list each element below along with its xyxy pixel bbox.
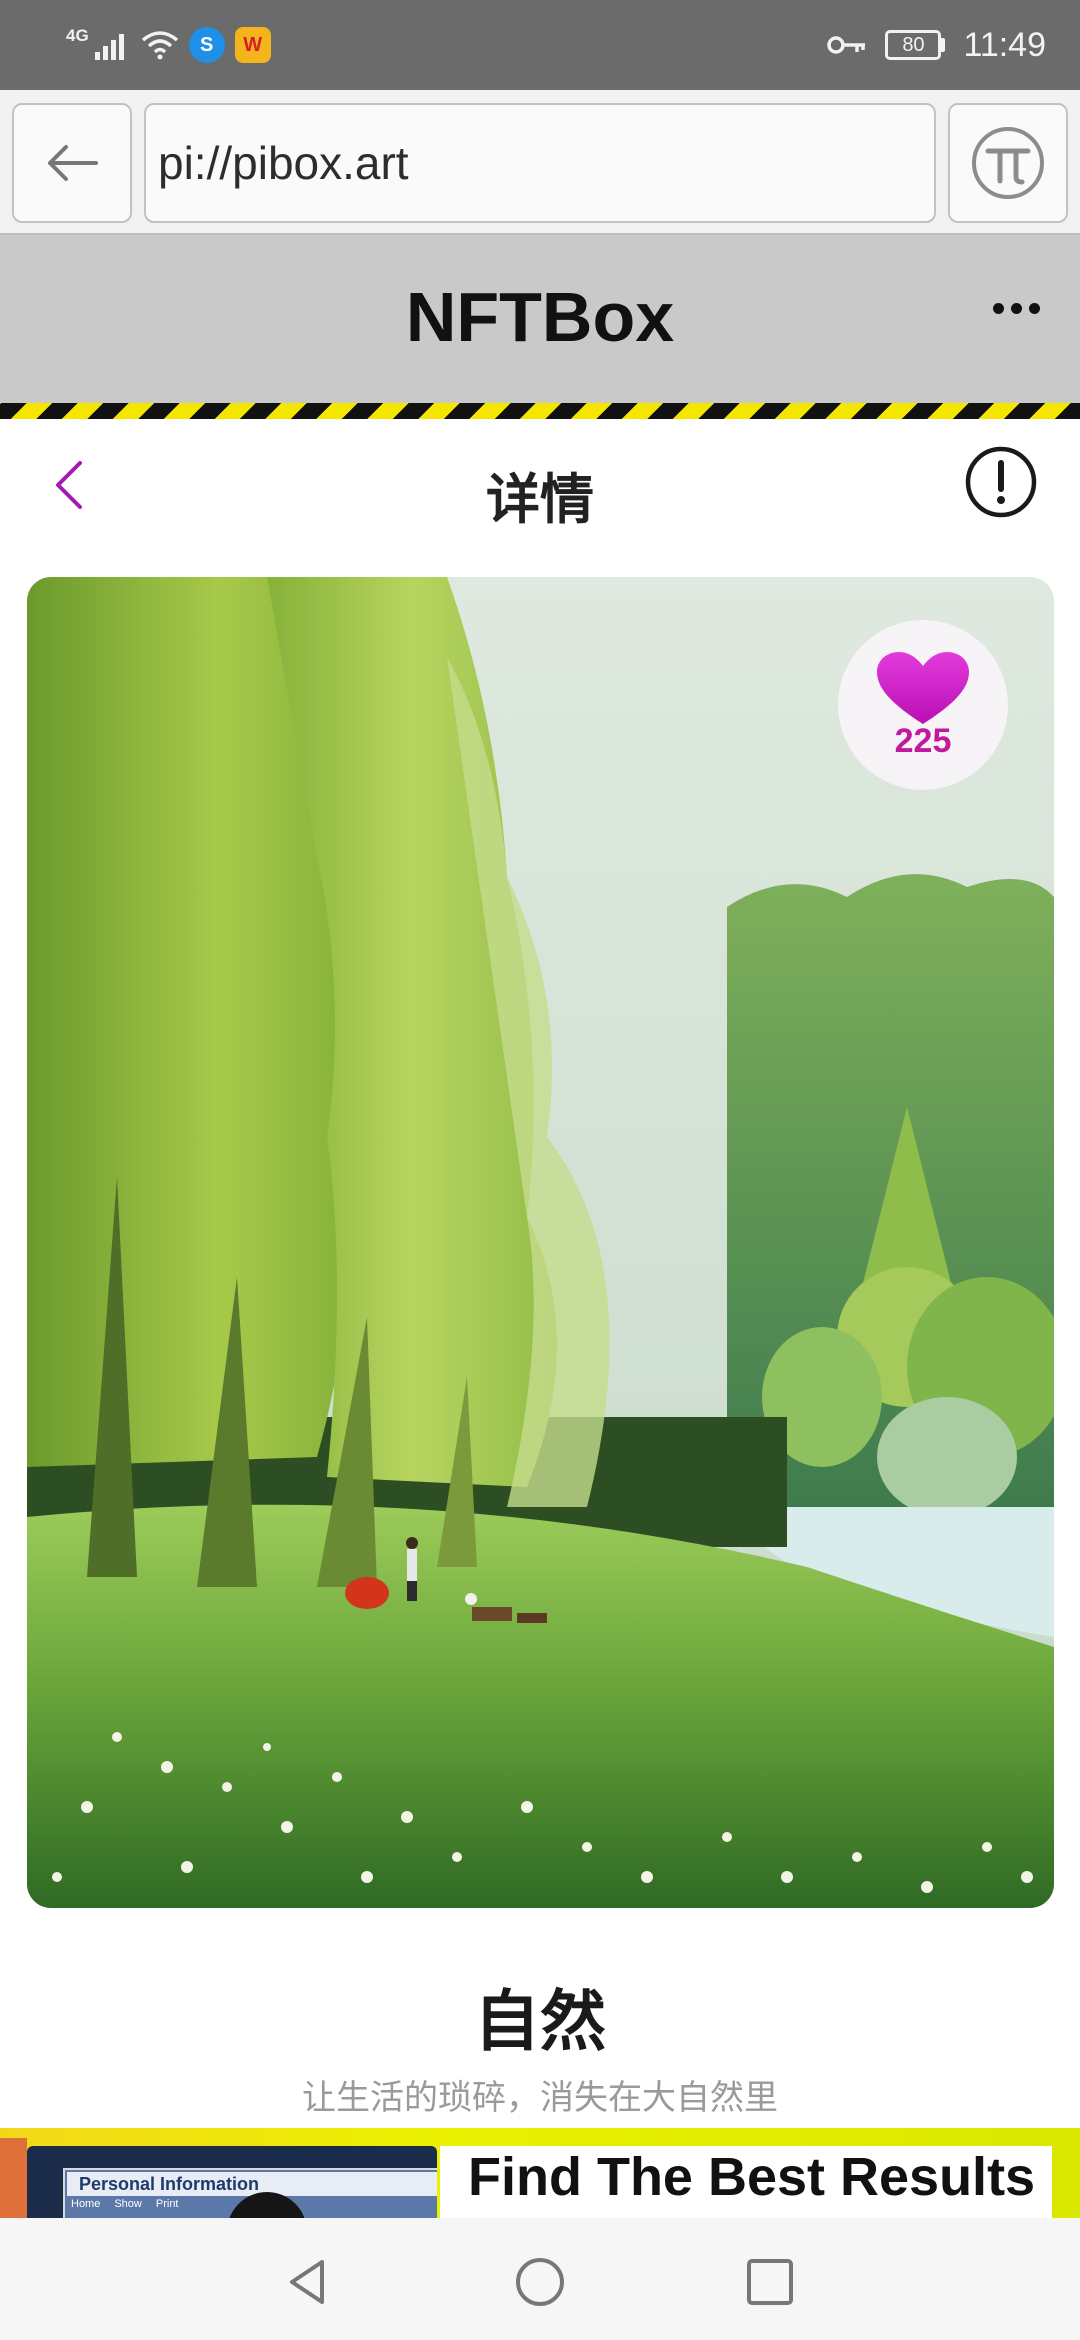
like-count: 225 bbox=[894, 721, 952, 760]
more-dot-icon bbox=[1011, 303, 1022, 314]
app-title: NFTBox bbox=[405, 278, 675, 356]
url-field[interactable]: pi://pibox.art bbox=[144, 103, 936, 223]
battery-icon: 80 bbox=[885, 30, 946, 60]
url-text: pi://pibox.art bbox=[158, 137, 409, 189]
ad-edge-decoration bbox=[0, 2138, 27, 2218]
status-icons-left: 4G S W bbox=[66, 20, 271, 70]
more-dot-icon bbox=[1029, 303, 1040, 314]
more-dot-icon bbox=[993, 303, 1004, 314]
detail-nav-bar: 详情 bbox=[0, 419, 1080, 559]
browser-toolbar: pi://pibox.art bbox=[0, 90, 1080, 235]
ad-banner[interactable]: Personal Information Home Show Print Fin… bbox=[0, 2128, 1080, 2218]
system-navigation-bar bbox=[0, 2218, 1080, 2340]
nav-home-icon[interactable] bbox=[514, 2256, 566, 2308]
nav-recents-icon[interactable] bbox=[744, 2256, 796, 2308]
hazard-stripe bbox=[0, 403, 1080, 419]
nav-back-icon[interactable] bbox=[282, 2256, 334, 2308]
artwork-title: 自然 bbox=[474, 1984, 606, 2058]
more-options-button[interactable] bbox=[993, 303, 1040, 314]
key-icon bbox=[827, 36, 866, 54]
battery-level: 80 bbox=[902, 33, 925, 56]
page-title: 详情 bbox=[486, 470, 594, 530]
ad-image-tabs: Home Show Print bbox=[71, 2198, 179, 2210]
ad-image: Personal Information Home Show Print bbox=[27, 2146, 437, 2218]
weibo-icon: W bbox=[234, 27, 271, 63]
heart-icon bbox=[877, 651, 969, 724]
clock: 11:49 bbox=[963, 25, 1046, 64]
status-icons-right: 80 11:49 bbox=[827, 20, 1046, 70]
signal-icon bbox=[94, 34, 124, 60]
browser-back-button[interactable] bbox=[12, 103, 132, 223]
app-header: NFTBox bbox=[0, 235, 1080, 403]
status-bar: 4G S W 80 11:49 bbox=[0, 0, 1080, 90]
ad-image-heading: Personal Information bbox=[67, 2172, 437, 2196]
pi-icon bbox=[972, 127, 1044, 199]
wifi-icon bbox=[141, 31, 178, 60]
ad-headline: Find The Best Results bbox=[440, 2146, 1052, 2218]
artwork-description: 让生活的琐碎，消失在大自然里 bbox=[302, 2079, 778, 2117]
arrow-left-icon bbox=[48, 145, 98, 181]
pi-browser-button[interactable] bbox=[948, 103, 1068, 223]
like-button[interactable]: 225 bbox=[838, 620, 1008, 790]
app-notification-icon: S bbox=[188, 27, 225, 63]
report-icon[interactable] bbox=[964, 445, 1038, 519]
network-type: 4G bbox=[66, 26, 89, 45]
